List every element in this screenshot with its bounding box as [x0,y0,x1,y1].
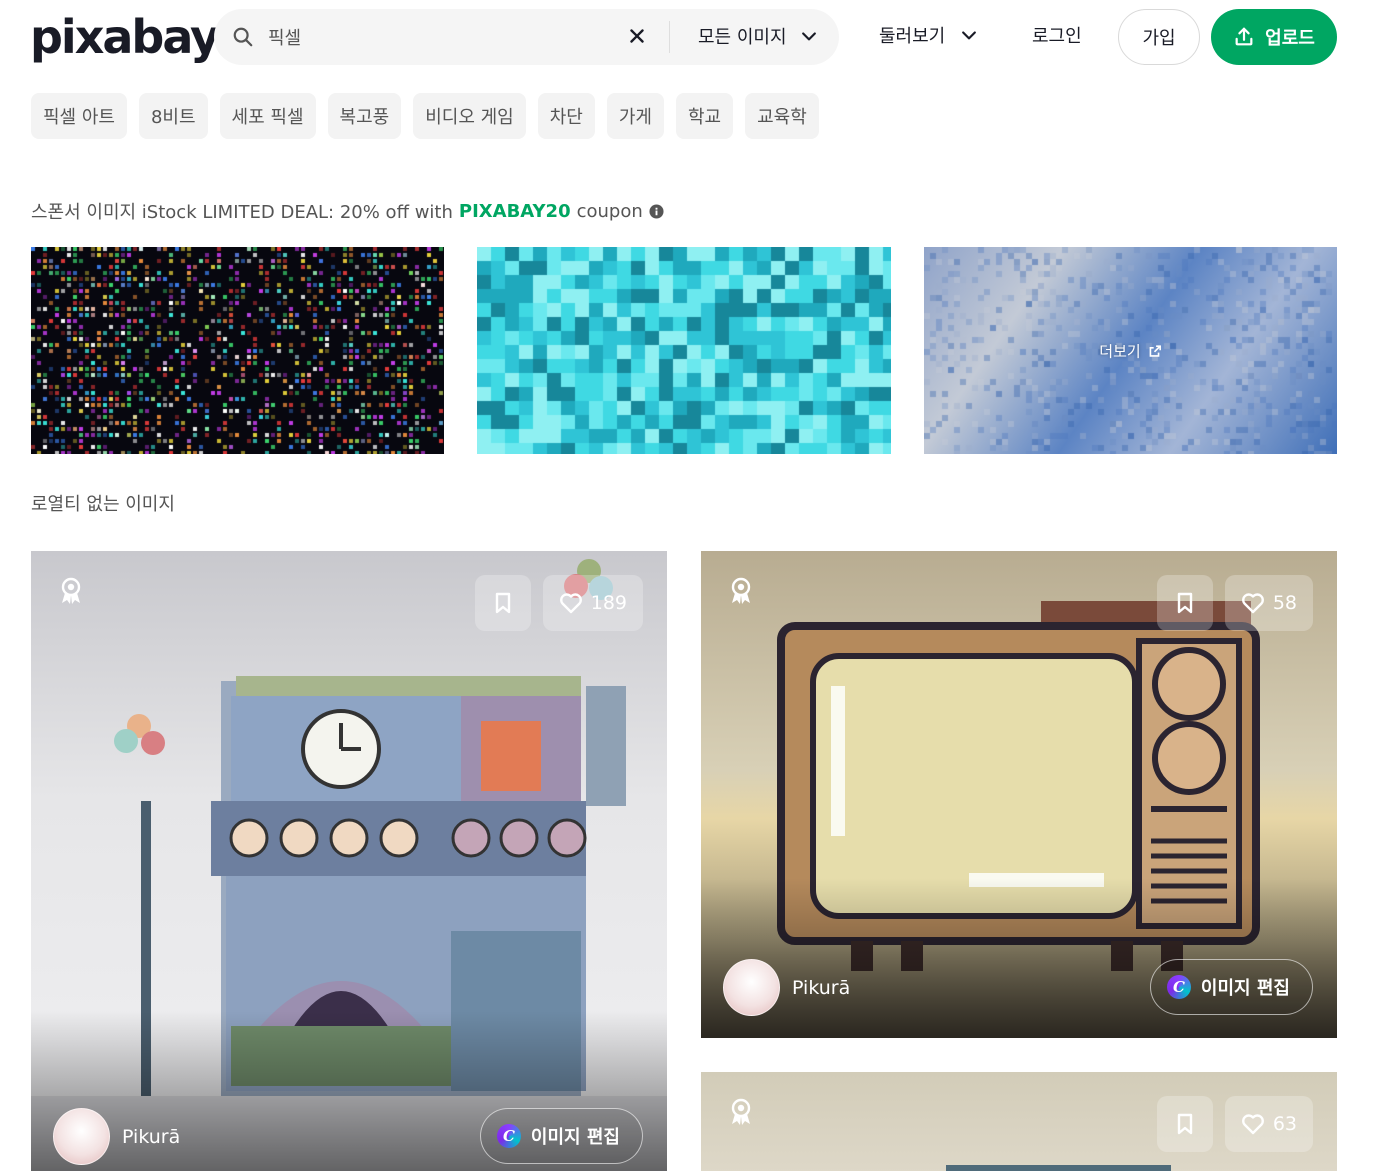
tag-chip[interactable]: 비디오 게임 [413,93,526,139]
like-count: 63 [1272,1113,1297,1135]
edit-image-button[interactable]: C 이미지 편집 [479,1108,643,1164]
award-icon [731,577,751,604]
media-type-select[interactable]: 모든 이미지 [698,23,819,49]
like-button[interactable]: 189 [542,575,643,631]
upload-button[interactable]: 업로드 [1211,9,1337,65]
info-icon[interactable] [649,203,664,219]
bookmark-icon [1177,1113,1193,1135]
explore-menu[interactable]: 둘러보기 [879,22,979,48]
join-button[interactable]: 가입 [1118,9,1200,65]
sponsor-image-1[interactable] [31,247,444,454]
image-card[interactable]: 189 Pikurā C 이미지 편집 [31,551,667,1171]
see-more-label: 더보기 [1099,342,1141,360]
sponsor-suffix: coupon [576,200,643,222]
heart-icon [1241,593,1264,614]
section-title: 로열티 없는 이미지 [31,494,175,515]
pixabay-logo[interactable]: pixabay [30,12,220,62]
image-card[interactable]: 58 Pikurā C 이미지 편집 [701,551,1337,1038]
tag-chip[interactable]: 복고풍 [327,93,402,139]
heart-icon [1241,1114,1264,1135]
like-count: 189 [590,592,627,614]
card-actions: 189 [474,575,643,631]
heart-icon [559,593,582,614]
like-button[interactable]: 63 [1224,1096,1313,1152]
author-name: Pikurā [122,1125,181,1148]
card-actions: 63 [1156,1096,1313,1152]
external-link-icon [1149,344,1161,357]
bookmark-icon [1177,592,1193,614]
see-more-link[interactable]: 더보기 [1099,340,1161,361]
sponsor-banner: 스폰서 이미지 iStock LIMITED DEAL: 20% off wit… [31,198,664,224]
tag-chip[interactable]: 가게 [606,93,664,139]
tag-chip[interactable]: 학교 [675,93,734,139]
avatar [723,959,780,1016]
sponsor-image-3[interactable]: 더보기 [924,247,1337,454]
image-card[interactable]: 63 [701,1072,1337,1171]
author-name: Pikurā [792,976,851,999]
explore-label: 둘러보기 [879,26,946,47]
tag-chip[interactable]: 교육학 [745,93,819,139]
upload-label: 업로드 [1265,28,1315,49]
chevron-down-icon [962,31,977,40]
search-input[interactable] [268,21,598,53]
edit-image-label: 이미지 편집 [1200,978,1290,999]
edit-image-button[interactable]: C 이미지 편집 [1149,959,1313,1015]
like-button[interactable]: 58 [1224,575,1313,631]
author-link[interactable]: Pikurā [723,959,850,1016]
card-actions: 58 [1156,575,1313,631]
like-count: 58 [1272,592,1297,614]
bookmark-button[interactable] [1156,1096,1213,1152]
canva-icon: C [496,1124,521,1148]
tag-chip[interactable]: 픽셀 아트 [31,93,127,139]
related-tags: 픽셀 아트 8비트 세포 픽셀 복고풍 비디오 게임 차단 가게 학교 교육학 [31,93,819,139]
canva-icon: C [1166,975,1191,999]
sponsor-prefix: 스폰서 이미지 iStock LIMITED DEAL: 20% off wit… [31,202,453,223]
bookmark-icon [495,592,510,614]
sponsor-image-2[interactable] [477,247,891,454]
search-icon [233,27,253,47]
tag-chip[interactable]: 8비트 [138,93,208,139]
tag-chip[interactable]: 차단 [537,93,595,139]
media-type-label: 모든 이미지 [698,27,787,48]
author-link[interactable]: Pikurā [53,1108,180,1165]
avatar [53,1108,110,1165]
bookmark-button[interactable] [474,575,531,631]
search-bar: 모든 이미지 [214,9,839,65]
login-link[interactable]: 로그인 [1032,22,1082,48]
edit-image-label: 이미지 편집 [530,1127,620,1148]
bookmark-button[interactable] [1156,575,1213,631]
tag-chip[interactable]: 세포 픽셀 [219,93,316,139]
award-icon [61,577,81,604]
upload-icon [1235,27,1253,46]
award-icon [731,1098,751,1125]
chevron-down-icon [801,32,816,41]
coupon-code: PIXABAY20 [458,200,571,222]
close-icon [630,29,644,43]
clear-search-button[interactable] [626,25,648,47]
search-divider [669,21,670,53]
